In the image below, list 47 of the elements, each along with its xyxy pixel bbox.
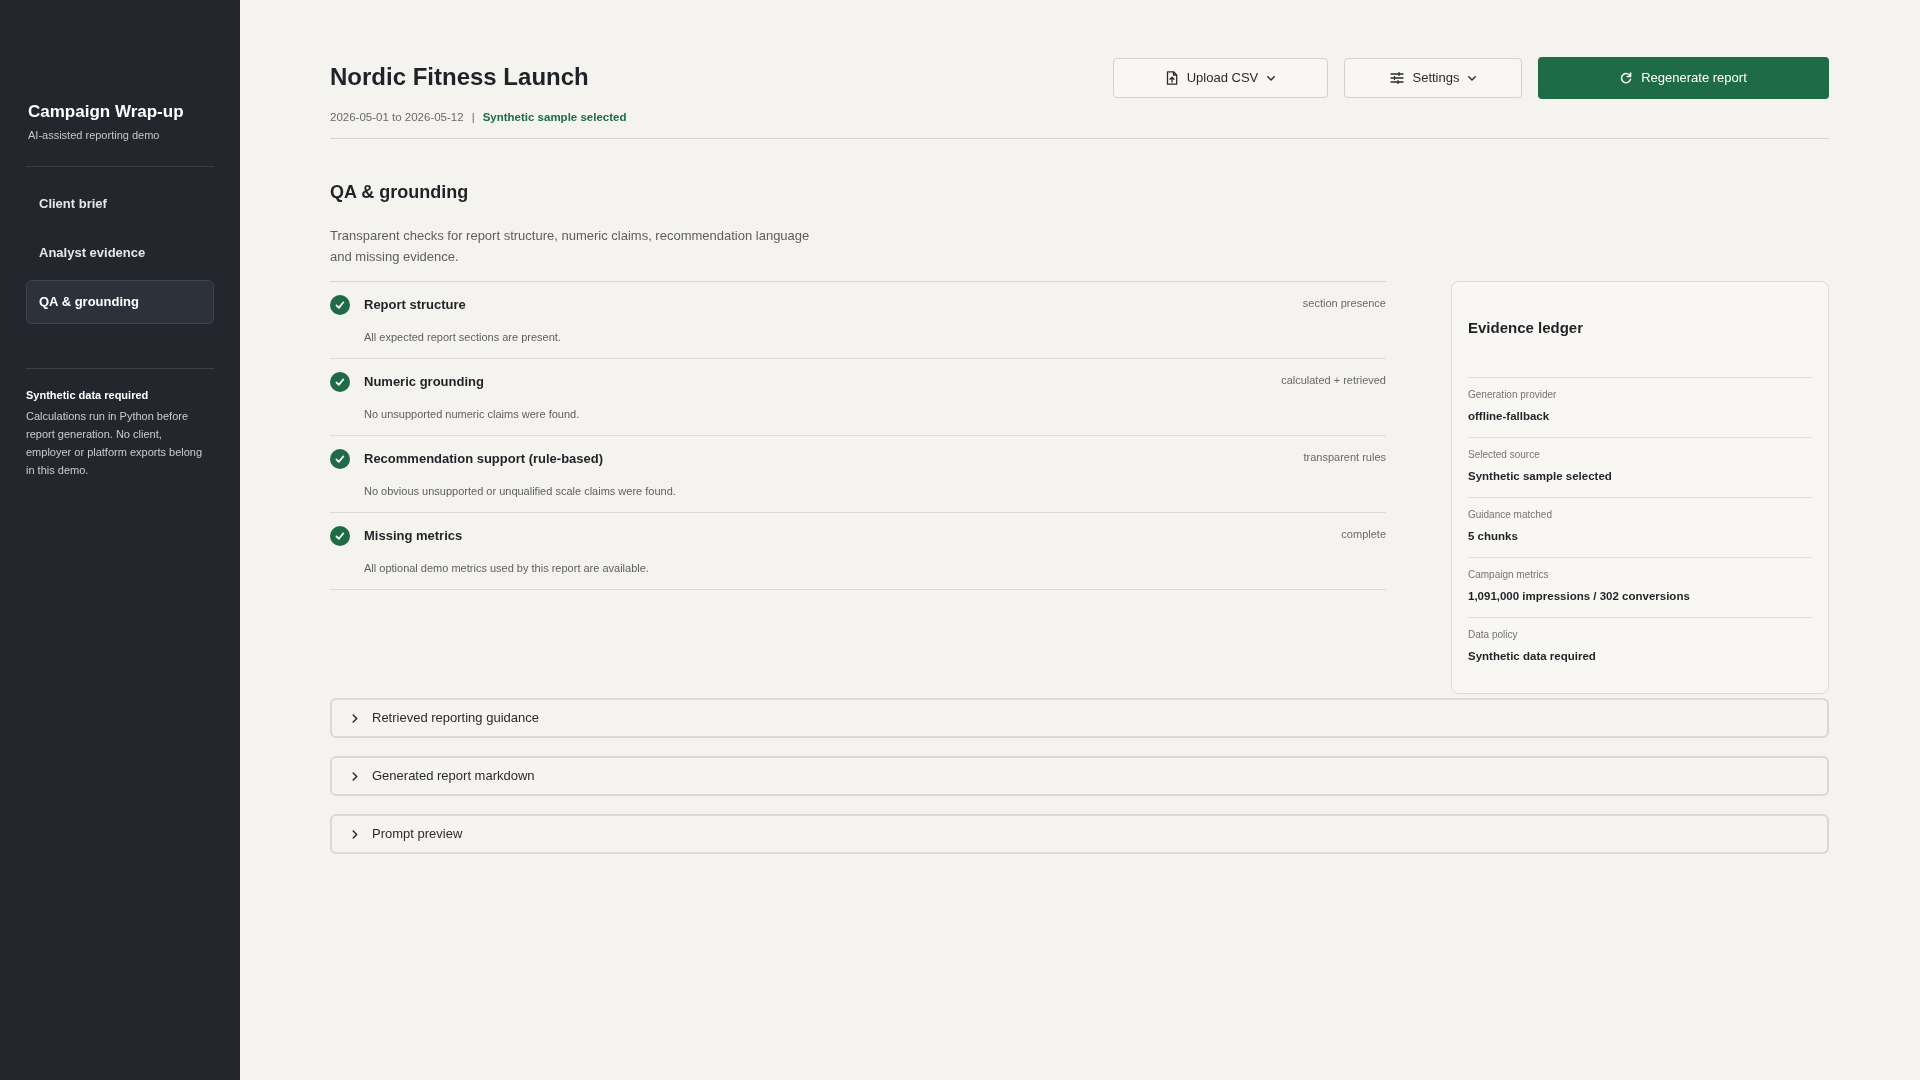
check-title: Missing metrics [364,527,463,545]
settings-button[interactable]: Settings [1344,58,1522,98]
nav-item[interactable]: Analyst evidence [26,231,214,275]
section-description: Transparent checks for report structure, numeric claims, recommendation language and missing evidence. [330,227,811,266]
sliders-icon [1389,72,1404,84]
ledger-value: 5 chunks [1468,529,1519,544]
caret-icon [1267,75,1276,81]
ledger-value: Synthetic data required [1468,649,1597,664]
card-title: Evidence ledger [1468,318,1585,338]
check-description: All optional demo metrics used by this report are available. [364,561,650,576]
ledger-label: Selected source [1468,448,1541,462]
check-title: Numeric grounding [364,373,484,391]
check-description: All expected report sections are present. [364,330,562,345]
accordion-header[interactable]: Retrieved reporting guidance [330,698,1829,738]
refresh-icon [1620,72,1633,84]
section-heading: QA & grounding [330,181,470,204]
nav-item[interactable]: QA & grounding [26,280,214,324]
nav-item[interactable]: Client brief [26,182,214,226]
ledger-label: Data policy [1468,628,1519,642]
note-text: Calculations run in Python before report generation. No client, employer or platform exports belong in this demo. [26,409,204,478]
accordion-header[interactable]: Prompt preview [330,814,1829,854]
source-status: Synthetic sample selected [482,110,627,125]
check-description: No unsupported numeric claims were found. [364,407,581,422]
regenerate-button[interactable]: Regenerate report [1538,57,1829,99]
check-tag: transparent rules [1303,449,1386,465]
app-title: Campaign Wrap-up [27,101,185,123]
check-tag: calculated + retrieved [1281,372,1386,388]
check-tag: complete [1341,526,1386,542]
ledger-label: Guidance matched [1468,508,1553,522]
check-tag: section presence [1302,295,1386,311]
check-title: Report structure [364,296,466,314]
upload-button[interactable]: Upload CSV [1113,58,1328,98]
separator-text: | [471,110,475,125]
app-subtitle: AI-assisted reporting demo [27,128,161,142]
ledger-label: Campaign metrics [1468,568,1550,582]
check-description: No obvious unsupported or unqualified scale claims were found. [364,484,677,499]
file-upload-icon [1165,71,1178,85]
ledger-value: Synthetic sample selected [1468,469,1613,484]
ledger-value: 1,091,000 impressions / 302 conversions [1468,589,1691,604]
accordion-header[interactable]: Generated report markdown [330,756,1829,796]
ledger-label: Generation provider [1468,388,1558,402]
page-title: Nordic Fitness Launch [330,62,590,92]
ledger-value: offline-fallback [1468,409,1551,424]
note-title: Synthetic data required [26,388,150,402]
date-range: 2026-05-01 to 2026-05-12 [330,110,464,125]
caret-icon [1468,75,1477,81]
check-title: Recommendation support (rule-based) [364,450,604,468]
